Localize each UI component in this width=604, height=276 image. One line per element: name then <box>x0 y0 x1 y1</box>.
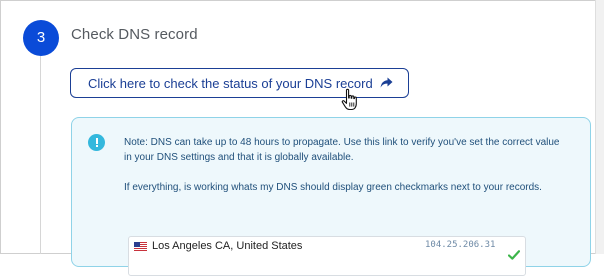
step-title: Check DNS record <box>71 26 198 43</box>
note-paragraph-propagation: Note: DNS can take up to 48 hours to pro… <box>124 137 560 163</box>
step-number-badge: 3 <box>23 20 59 56</box>
dns-propagation-note: Note: DNS can take up to 48 hours to pro… <box>71 117 591 276</box>
check-dns-status-label: Click here to check the status of your D… <box>88 75 373 91</box>
dns-result-row: Los Angeles CA, United States 104.25.206… <box>128 236 526 276</box>
panel-right-edge <box>595 0 604 254</box>
result-ip-address: 104.25.206.31 <box>425 240 496 250</box>
step-timeline-line <box>40 56 41 254</box>
green-checkmark-icon <box>508 250 520 260</box>
info-icon <box>88 134 105 151</box>
note-text: Note: DNS can take up to 48 hours to pro… <box>124 135 564 195</box>
us-flag-icon <box>134 242 147 251</box>
note-paragraph-checkmarks: If everything, is working whats my DNS s… <box>124 182 542 193</box>
share-arrow-icon <box>380 77 393 88</box>
hand-pointer-cursor-icon <box>341 88 357 111</box>
result-location: Los Angeles CA, United States <box>152 240 303 252</box>
